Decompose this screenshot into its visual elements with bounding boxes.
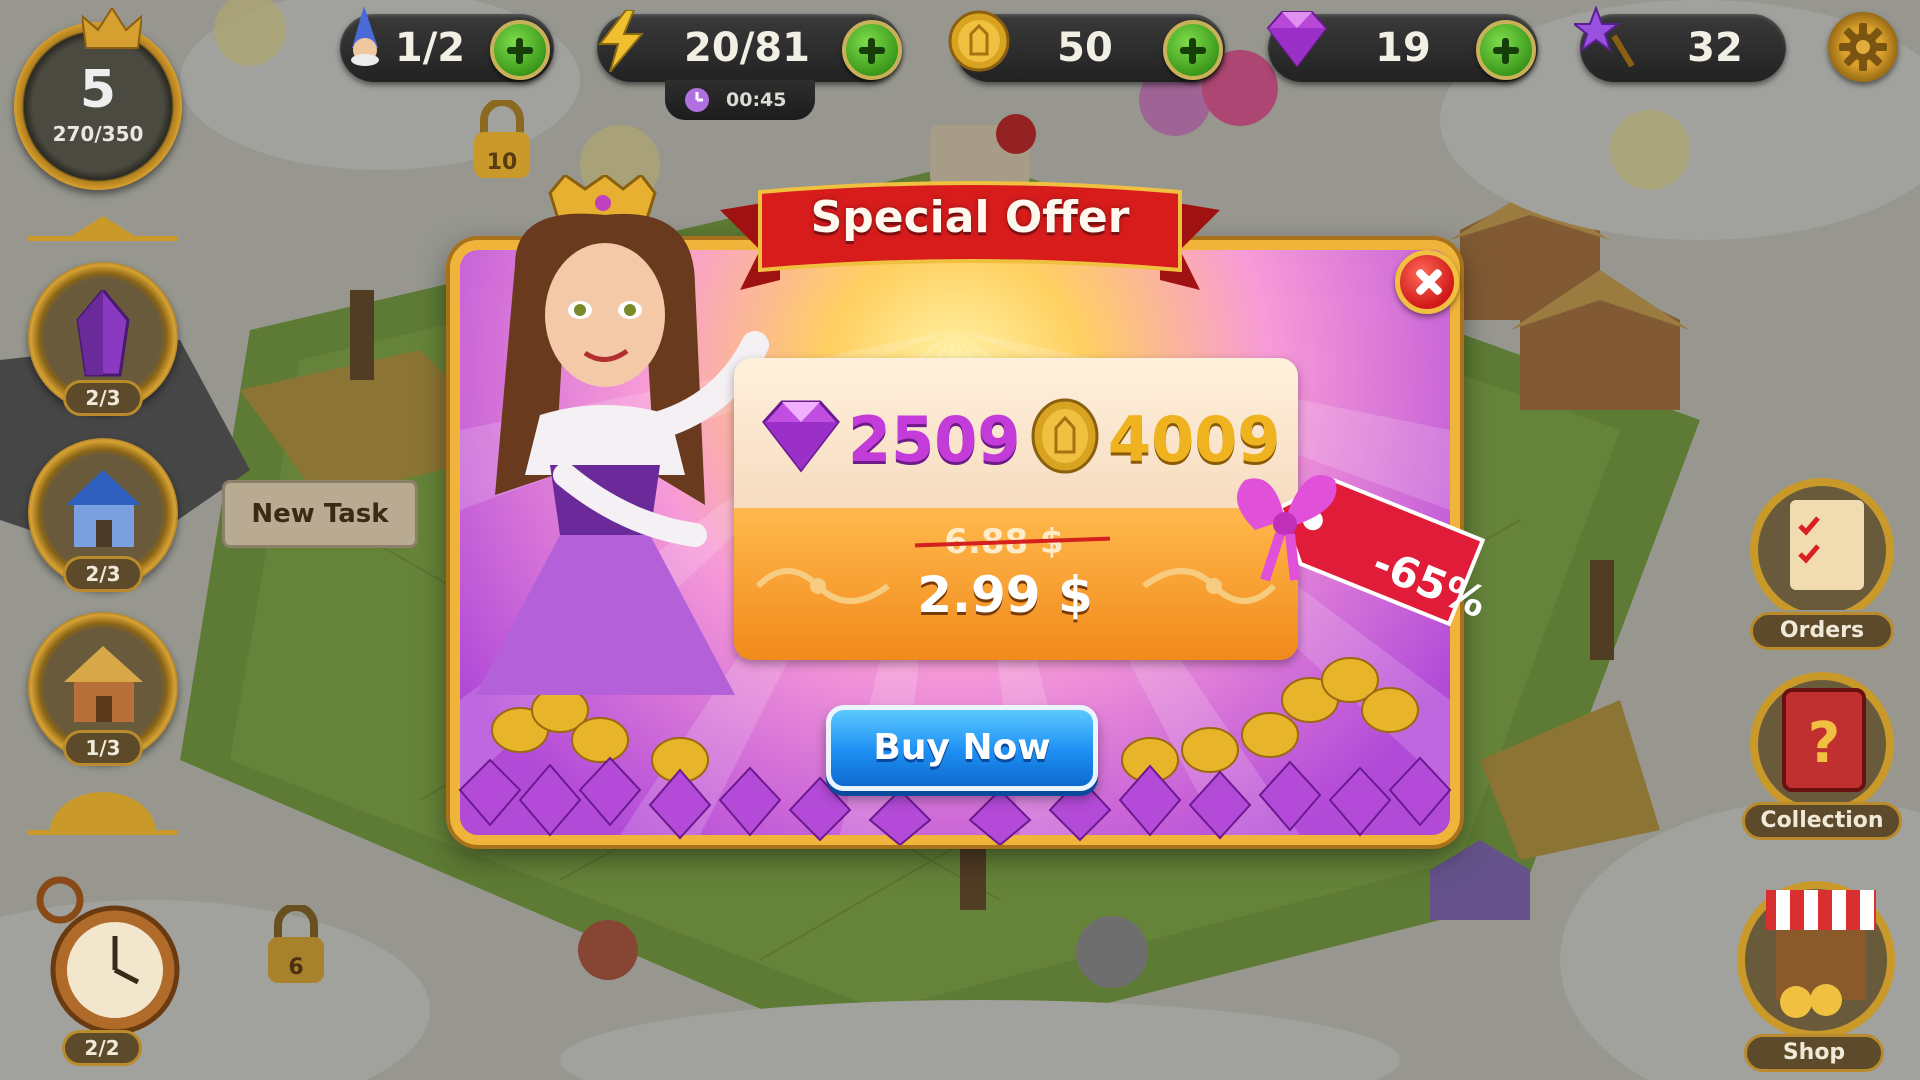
offer-gem-amount: 2509 bbox=[848, 403, 1021, 476]
settings-button[interactable] bbox=[1828, 12, 1898, 82]
svg-text:?: ? bbox=[1808, 711, 1840, 776]
cottage-icon bbox=[64, 646, 143, 722]
left-panel-down-arrow[interactable] bbox=[28, 792, 178, 854]
buy-now-button[interactable]: Buy Now bbox=[826, 705, 1098, 791]
mystery-book-icon: ? bbox=[1750, 672, 1894, 816]
pocket-watch-icon bbox=[36, 876, 180, 1035]
add-energy-button[interactable] bbox=[842, 20, 902, 80]
chevron-down-icon bbox=[28, 792, 178, 835]
gold-coin-icon bbox=[1031, 398, 1099, 474]
task-cottage-count: 1/3 bbox=[63, 730, 143, 766]
energy-timer-text: 00:45 bbox=[726, 89, 787, 111]
pocket-watch-count: 2/2 bbox=[62, 1030, 142, 1066]
energy-lightning-icon bbox=[597, 10, 645, 72]
energy-timer: 00:45 bbox=[665, 80, 815, 120]
coin-count: 50 bbox=[1057, 25, 1113, 71]
buy-now-label: Buy Now bbox=[873, 727, 1051, 768]
lock-level-label: 10 bbox=[486, 150, 518, 175]
task-blue-house-count: 2/3 bbox=[63, 556, 143, 592]
scroll-checklist-icon bbox=[1750, 478, 1894, 622]
add-gems-button[interactable] bbox=[1476, 20, 1536, 80]
task-crystal-button[interactable]: 2/3 bbox=[28, 262, 178, 416]
shop-button[interactable]: Shop bbox=[1716, 860, 1906, 1072]
orders-label: Orders bbox=[1750, 612, 1894, 650]
add-coins-button[interactable] bbox=[1163, 20, 1223, 80]
shop-label: Shop bbox=[1744, 1034, 1884, 1072]
map-lock-6[interactable]: 6 bbox=[264, 903, 328, 987]
left-panel-up-arrow[interactable] bbox=[28, 212, 178, 242]
collection-button[interactable]: ? Collection bbox=[1742, 660, 1902, 840]
clock-icon bbox=[685, 88, 709, 112]
player-xp: 270/350 bbox=[52, 122, 144, 146]
add-wizard-button[interactable] bbox=[490, 20, 550, 80]
new-task-tooltip[interactable]: New Task bbox=[222, 480, 418, 548]
purple-crystal-icon bbox=[76, 290, 130, 377]
close-button[interactable] bbox=[1395, 250, 1459, 314]
task-blue-house-button[interactable]: 2/3 bbox=[28, 438, 178, 592]
blue-house-icon bbox=[66, 470, 141, 547]
wizard-icon bbox=[351, 6, 379, 66]
gear-icon bbox=[1839, 23, 1887, 71]
orders-button[interactable]: Orders bbox=[1742, 470, 1902, 650]
player-level: 5 bbox=[79, 60, 117, 120]
purple-gem-icon bbox=[1266, 11, 1328, 68]
magic-wand-star-icon bbox=[1574, 6, 1635, 68]
player-level-badge[interactable]: 5 270/350 bbox=[14, 8, 182, 190]
new-price: 2.99 $ bbox=[917, 566, 1093, 624]
shop-stall-icon bbox=[1737, 881, 1895, 1039]
collection-label: Collection bbox=[1742, 802, 1902, 840]
map-lock-10[interactable]: 10 bbox=[470, 98, 534, 182]
chevron-up-icon bbox=[28, 216, 178, 241]
lock-level-label: 6 bbox=[288, 955, 304, 980]
task-cottage-button[interactable]: 1/3 bbox=[28, 612, 178, 766]
crown-icon bbox=[82, 8, 142, 49]
gold-coin-icon bbox=[948, 10, 1010, 72]
new-task-label: New Task bbox=[251, 499, 389, 529]
gem-count: 19 bbox=[1375, 25, 1431, 71]
energy-count: 20/81 bbox=[684, 25, 810, 71]
pocket-watch-button[interactable]: 2/2 bbox=[20, 870, 190, 1066]
ornament-left bbox=[755, 568, 890, 604]
magic-star-count: 32 bbox=[1687, 25, 1743, 71]
purple-gem-icon bbox=[762, 400, 840, 473]
task-crystal-count: 2/3 bbox=[63, 380, 143, 416]
offer-title: Special Offer bbox=[810, 192, 1130, 243]
